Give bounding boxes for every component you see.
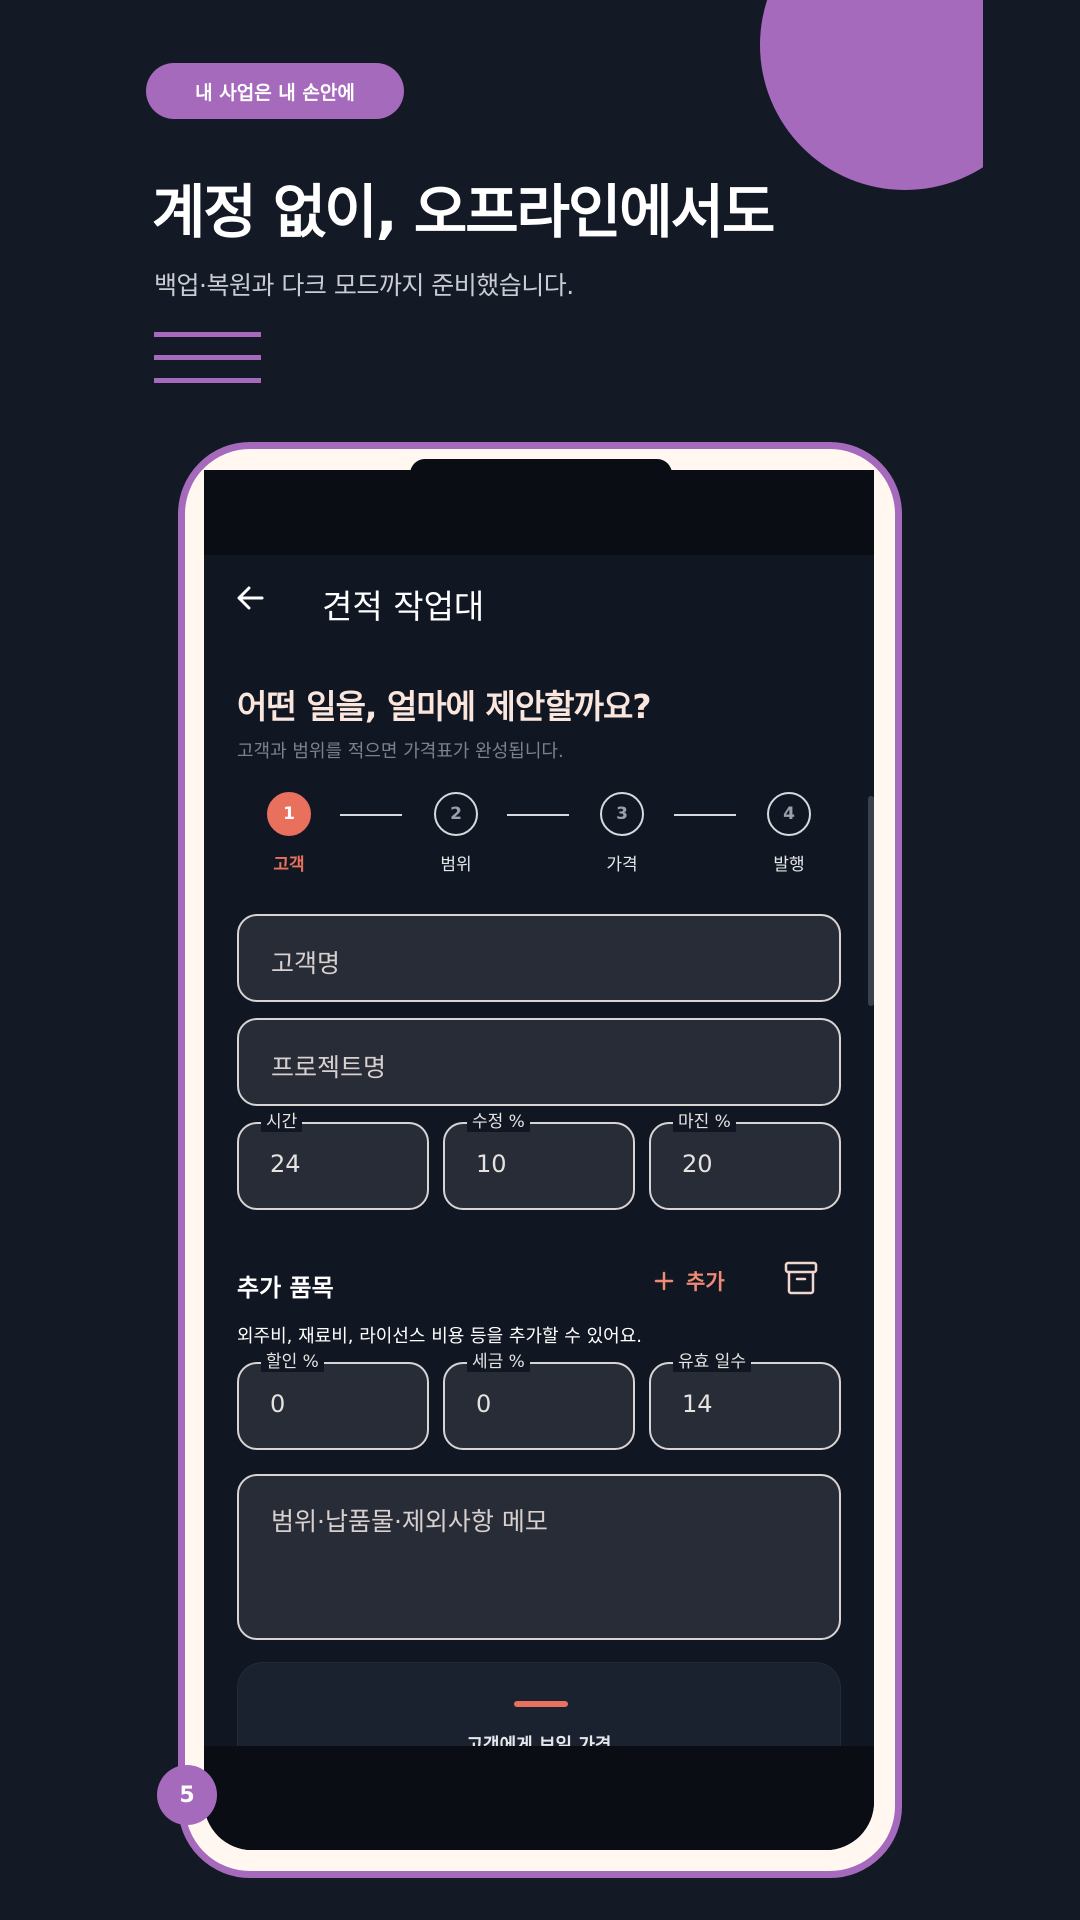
page-title: 견적 작업대 [322, 587, 485, 626]
page-number-badge: 5 [157, 1765, 217, 1825]
valid-days-label: 유효 일수 [673, 1352, 751, 1372]
margin-label: 마진 % [673, 1112, 736, 1132]
step-4-label: 발행 [773, 855, 805, 875]
promo-subline: 백업·복원과 다크 모드까지 준비했습니다. [154, 271, 574, 300]
margin-value: 20 [682, 1150, 713, 1178]
step-connector [340, 814, 402, 816]
step-2-label: 범위 [440, 855, 472, 875]
extra-items-title: 추가 품목 [237, 1274, 334, 1302]
discount-label: 할인 % [261, 1352, 324, 1372]
tax-value: 0 [476, 1390, 492, 1418]
navigation-bar [204, 1746, 874, 1850]
question-title: 어떤 일을, 얼마에 제안할까요? [237, 687, 651, 726]
plus-icon [654, 1271, 674, 1291]
decorative-lines [154, 332, 261, 401]
decorative-circle-clip [983, 0, 1080, 200]
promo-pill: 내 사업은 내 손안에 [146, 63, 404, 119]
memo-placeholder: 범위·납품물·제외사항 메모 [271, 1507, 548, 1536]
memo-textarea[interactable]: 범위·납품물·제외사항 메모 [237, 1474, 841, 1640]
step-1-label: 고객 [273, 855, 305, 875]
revision-input[interactable]: 수정 % 10 [443, 1112, 635, 1210]
sheet-handle[interactable] [514, 1701, 568, 1707]
add-item-label: 추가 [686, 1270, 725, 1294]
scrollbar[interactable] [868, 796, 874, 1006]
question-subtitle: 고객과 범위를 적으면 가격표가 완성됩니다. [237, 741, 564, 762]
step-3-label: 가격 [606, 855, 638, 875]
back-button[interactable] [230, 578, 270, 618]
hours-label: 시간 [261, 1112, 303, 1132]
client-name-input[interactable]: 고객명 [237, 914, 841, 1002]
step-connector [674, 814, 736, 816]
step-1-indicator[interactable]: 1 [267, 792, 311, 836]
valid-days-input[interactable]: 유효 일수 14 [649, 1352, 841, 1450]
extra-items-helper: 외주비, 재료비, 라이선스 비용 등을 추가할 수 있어요. [237, 1326, 642, 1347]
discount-value: 0 [270, 1390, 286, 1418]
discount-input[interactable]: 할인 % 0 [237, 1352, 429, 1450]
hours-input[interactable]: 시간 24 [237, 1112, 429, 1210]
promo-headline: 계정 없이, 오프라인에서도 [152, 178, 775, 246]
hours-value: 24 [270, 1150, 301, 1178]
app-screen: 견적 작업대 어떤 일을, 얼마에 제안할까요? 고객과 범위를 적으면 가격표… [204, 470, 874, 1850]
tax-label: 세금 % [467, 1352, 530, 1372]
step-4-indicator[interactable]: 4 [767, 792, 811, 836]
phone-notch [410, 459, 672, 489]
project-name-placeholder: 프로젝트명 [271, 1053, 387, 1082]
step-2-indicator[interactable]: 2 [434, 792, 478, 836]
step-connector [507, 814, 569, 816]
margin-input[interactable]: 마진 % 20 [649, 1112, 841, 1210]
add-item-button[interactable]: 추가 [654, 1266, 725, 1296]
step-3-indicator[interactable]: 3 [600, 792, 644, 836]
tax-input[interactable]: 세금 % 0 [443, 1352, 635, 1450]
arrow-left-icon [237, 586, 264, 610]
project-name-input[interactable]: 프로젝트명 [237, 1018, 841, 1106]
revision-label: 수정 % [467, 1112, 530, 1132]
client-name-placeholder: 고객명 [271, 949, 341, 978]
archive-icon[interactable] [784, 1260, 818, 1296]
revision-value: 10 [476, 1150, 507, 1178]
valid-days-value: 14 [682, 1390, 713, 1418]
